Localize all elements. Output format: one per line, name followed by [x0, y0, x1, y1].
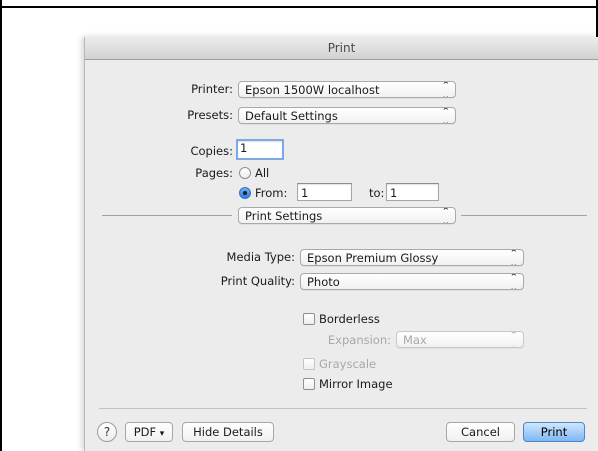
popup-arrows-icon: ⌃ ⌃ — [509, 273, 519, 290]
mirror-image-label: Mirror Image — [319, 377, 393, 391]
expansion-value: Max — [403, 333, 427, 347]
dialog-title: Print — [85, 37, 598, 60]
media-type-value: Epson Premium Glossy — [307, 251, 439, 265]
pdf-menu-button[interactable]: PDF ▾ — [125, 422, 173, 442]
expansion-popup[interactable]: Max ⌃ ⌃ — [396, 331, 524, 348]
grayscale-label: Grayscale — [319, 357, 377, 371]
print-quality-label: Print Quality: — [220, 274, 295, 288]
pages-to-label: to: — [369, 186, 385, 200]
pages-from-label: From: — [255, 186, 288, 200]
presets-label: Presets: — [187, 108, 233, 122]
popup-arrows-icon: ⌃ ⌃ — [509, 249, 519, 266]
copies-field[interactable]: 1 — [236, 139, 284, 160]
media-type-label: Media Type: — [226, 250, 295, 264]
section-value: Print Settings — [245, 209, 323, 223]
popup-arrows-icon: ⌃ ⌃ — [441, 107, 451, 124]
pages-label: Pages: — [195, 166, 233, 180]
print-button[interactable]: Print — [523, 422, 585, 442]
print-quality-value: Photo — [307, 275, 340, 289]
section-separator-left — [102, 215, 232, 216]
pages-from-field[interactable]: 1 — [297, 183, 352, 201]
cancel-button[interactable]: Cancel — [446, 422, 515, 442]
chevron-down-icon: ▾ — [159, 429, 165, 439]
print-quality-popup[interactable]: Photo ⌃ ⌃ — [300, 273, 524, 290]
popup-arrows-icon: ⌃ ⌃ — [441, 81, 451, 98]
borderless-checkbox[interactable] — [303, 313, 315, 325]
pages-from-radio[interactable] — [239, 187, 251, 199]
footer-separator — [99, 408, 587, 409]
grayscale-checkbox[interactable] — [303, 358, 315, 370]
section-separator-right — [461, 215, 587, 216]
expansion-label: Expansion: — [327, 333, 391, 347]
mirror-image-checkbox[interactable] — [303, 378, 315, 390]
pdf-label: PDF — [133, 425, 157, 439]
printer-label: Printer: — [191, 82, 233, 96]
media-type-popup[interactable]: Epson Premium Glossy ⌃ ⌃ — [300, 249, 524, 266]
pages-all-label: All — [255, 166, 270, 180]
print-dialog: Print Printer: Epson 1500W localhost ⌃ ⌃ … — [84, 37, 598, 451]
window-frame-left — [0, 0, 2, 451]
copies-label: Copies: — [190, 144, 233, 158]
printer-value: Epson 1500W localhost — [245, 83, 380, 97]
presets-value: Default Settings — [245, 109, 338, 123]
popup-arrows-icon: ⌃ ⌃ — [441, 207, 451, 224]
printer-popup[interactable]: Epson 1500W localhost ⌃ ⌃ — [238, 81, 456, 98]
section-popup[interactable]: Print Settings ⌃ ⌃ — [238, 207, 456, 224]
pages-all-radio[interactable] — [239, 167, 251, 179]
window-frame-top — [0, 0, 598, 8]
hide-details-button[interactable]: Hide Details — [182, 422, 274, 442]
borderless-label: Borderless — [319, 312, 380, 326]
presets-popup[interactable]: Default Settings ⌃ ⌃ — [238, 107, 456, 124]
popup-arrows-icon: ⌃ ⌃ — [509, 331, 519, 348]
help-button[interactable]: ? — [97, 422, 117, 442]
pages-to-field[interactable]: 1 — [386, 183, 439, 201]
